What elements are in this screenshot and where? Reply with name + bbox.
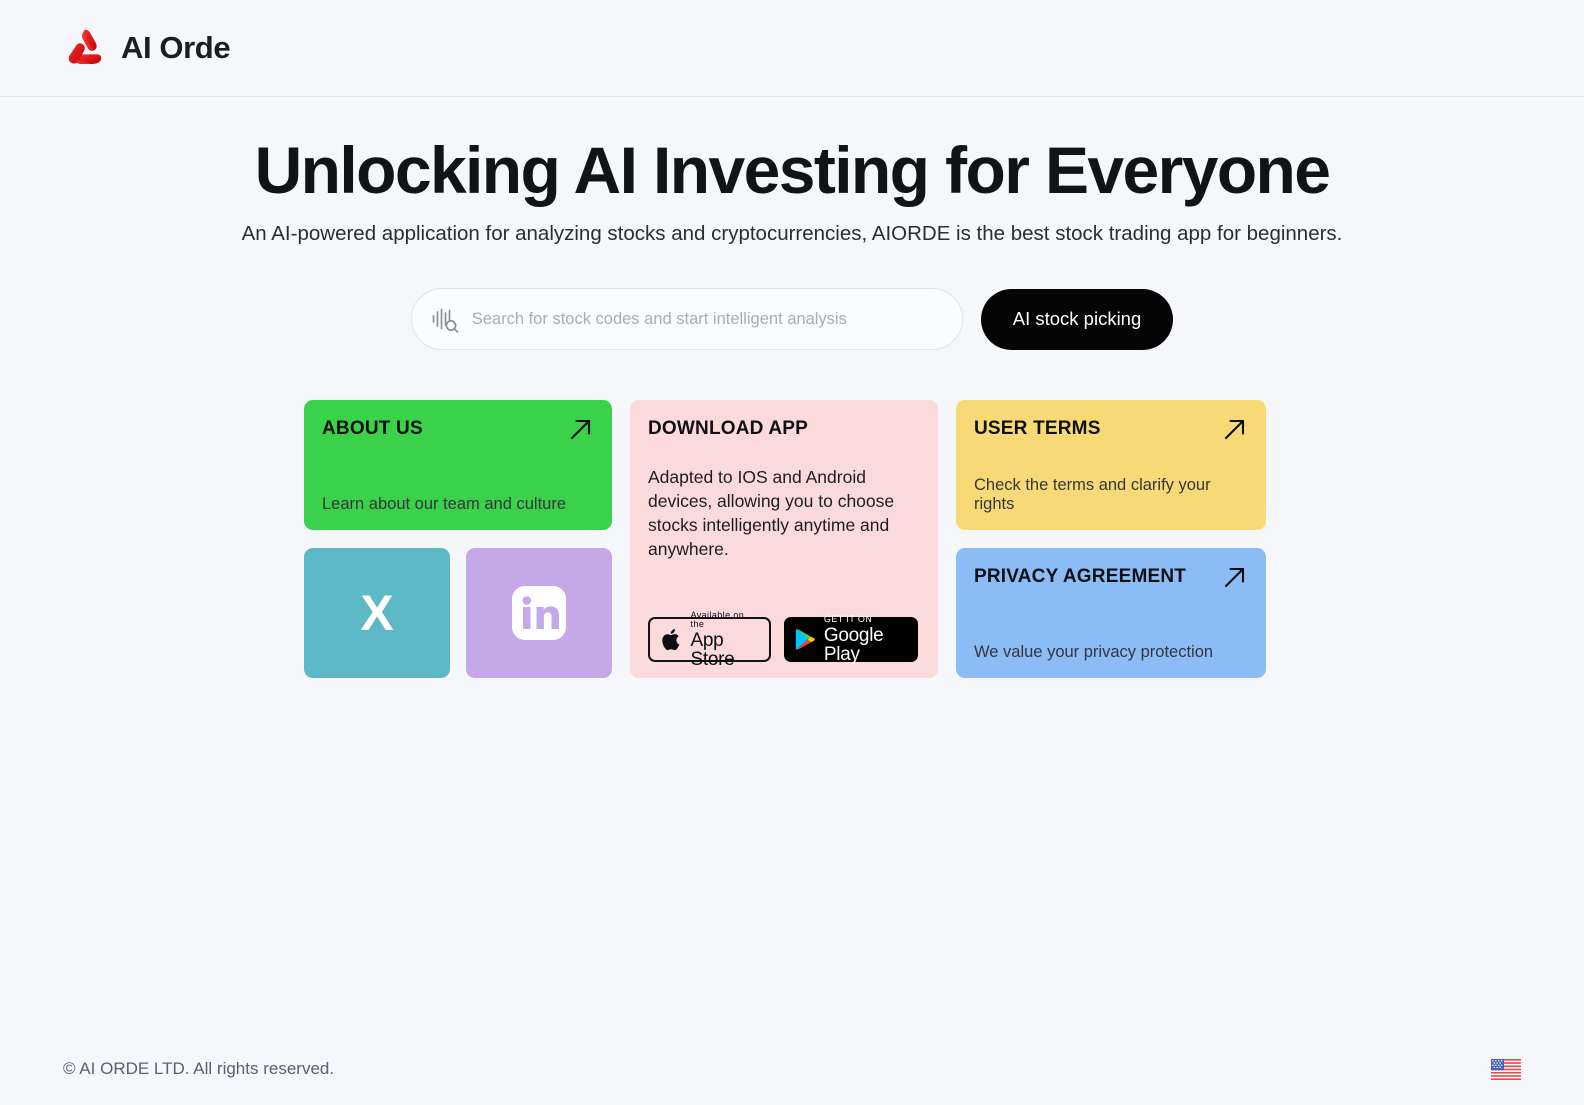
user-terms-subtitle: Check the terms and clarify your rights: [974, 476, 1211, 513]
google-play-small-text: GET IT ON: [823, 614, 873, 624]
search-input[interactable]: [471, 309, 942, 329]
landing-page: AI Orde Unlocking AI Investing for Every…: [0, 0, 1584, 1105]
page-title: Unlocking AI Investing for Everyone: [254, 133, 1331, 207]
download-app-title: DOWNLOAD APP: [648, 418, 809, 439]
about-us-subtitle: Learn about our team and culture: [322, 495, 566, 513]
site-header: AI Orde: [0, 0, 1584, 97]
site-footer: © AI ORDE LTD. All rights reserved.: [0, 1033, 1584, 1105]
arrow-up-right-icon: [1224, 567, 1245, 588]
download-app-body: Adapted to IOS and Android devices, allo…: [648, 467, 895, 559]
privacy-agreement-subtitle: We value your privacy protection: [974, 643, 1214, 661]
waveform-search-icon: [432, 308, 459, 333]
store-badges-row: Available on the App Store GET IT ON Goo…: [648, 610, 918, 669]
feature-card-grid: ABOUT US Learn about our team and cultur…: [304, 400, 1266, 678]
google-play-icon: [796, 629, 816, 650]
arrow-up-right-icon: [1224, 419, 1245, 440]
copyright-text: © AI ORDE LTD. All rights reserved.: [63, 1059, 335, 1078]
social-link-x[interactable]: X: [304, 548, 450, 678]
social-links-row: X: [304, 548, 612, 678]
privacy-agreement-title: PRIVACY AGREEMENT: [974, 566, 1187, 587]
about-us-card[interactable]: ABOUT US Learn about our team and cultur…: [304, 400, 612, 530]
about-us-title: ABOUT US: [322, 418, 423, 439]
hero-section: Unlocking AI Investing for Everyone An A…: [0, 97, 1584, 246]
search-section: AI stock picking: [0, 288, 1584, 350]
social-link-linkedin[interactable]: [466, 548, 612, 678]
ai-stock-picking-button[interactable]: AI stock picking: [980, 288, 1174, 350]
aiorde-trefoil-logo-icon: [68, 29, 102, 65]
apple-logo-icon: [662, 628, 680, 650]
search-box[interactable]: [410, 288, 963, 350]
brand-logo-link[interactable]: AI Orde: [63, 26, 231, 70]
us-flag-icon[interactable]: [1491, 1058, 1521, 1080]
arrow-up-right-icon: [570, 419, 591, 440]
app-store-badge[interactable]: Available on the App Store: [648, 610, 772, 669]
download-app-card[interactable]: DOWNLOAD APP Adapted to IOS and Android …: [630, 400, 938, 678]
app-store-big-text: App Store: [690, 629, 735, 670]
user-terms-card[interactable]: USER TERMS Check the terms and clarify y…: [956, 400, 1266, 530]
google-play-badge[interactable]: GET IT ON Google Play: [784, 614, 918, 665]
privacy-agreement-card[interactable]: PRIVACY AGREEMENT We value your privacy …: [956, 548, 1266, 678]
app-store-small-text: Available on the: [690, 609, 745, 629]
user-terms-title: USER TERMS: [974, 418, 1101, 439]
linkedin-icon: [512, 586, 566, 640]
x-twitter-icon: X: [360, 585, 394, 641]
google-play-big-text: Google Play: [823, 625, 884, 665]
page-subtitle: An AI-powered application for analyzing …: [241, 221, 1343, 245]
brand-name: AI Orde: [121, 30, 231, 65]
